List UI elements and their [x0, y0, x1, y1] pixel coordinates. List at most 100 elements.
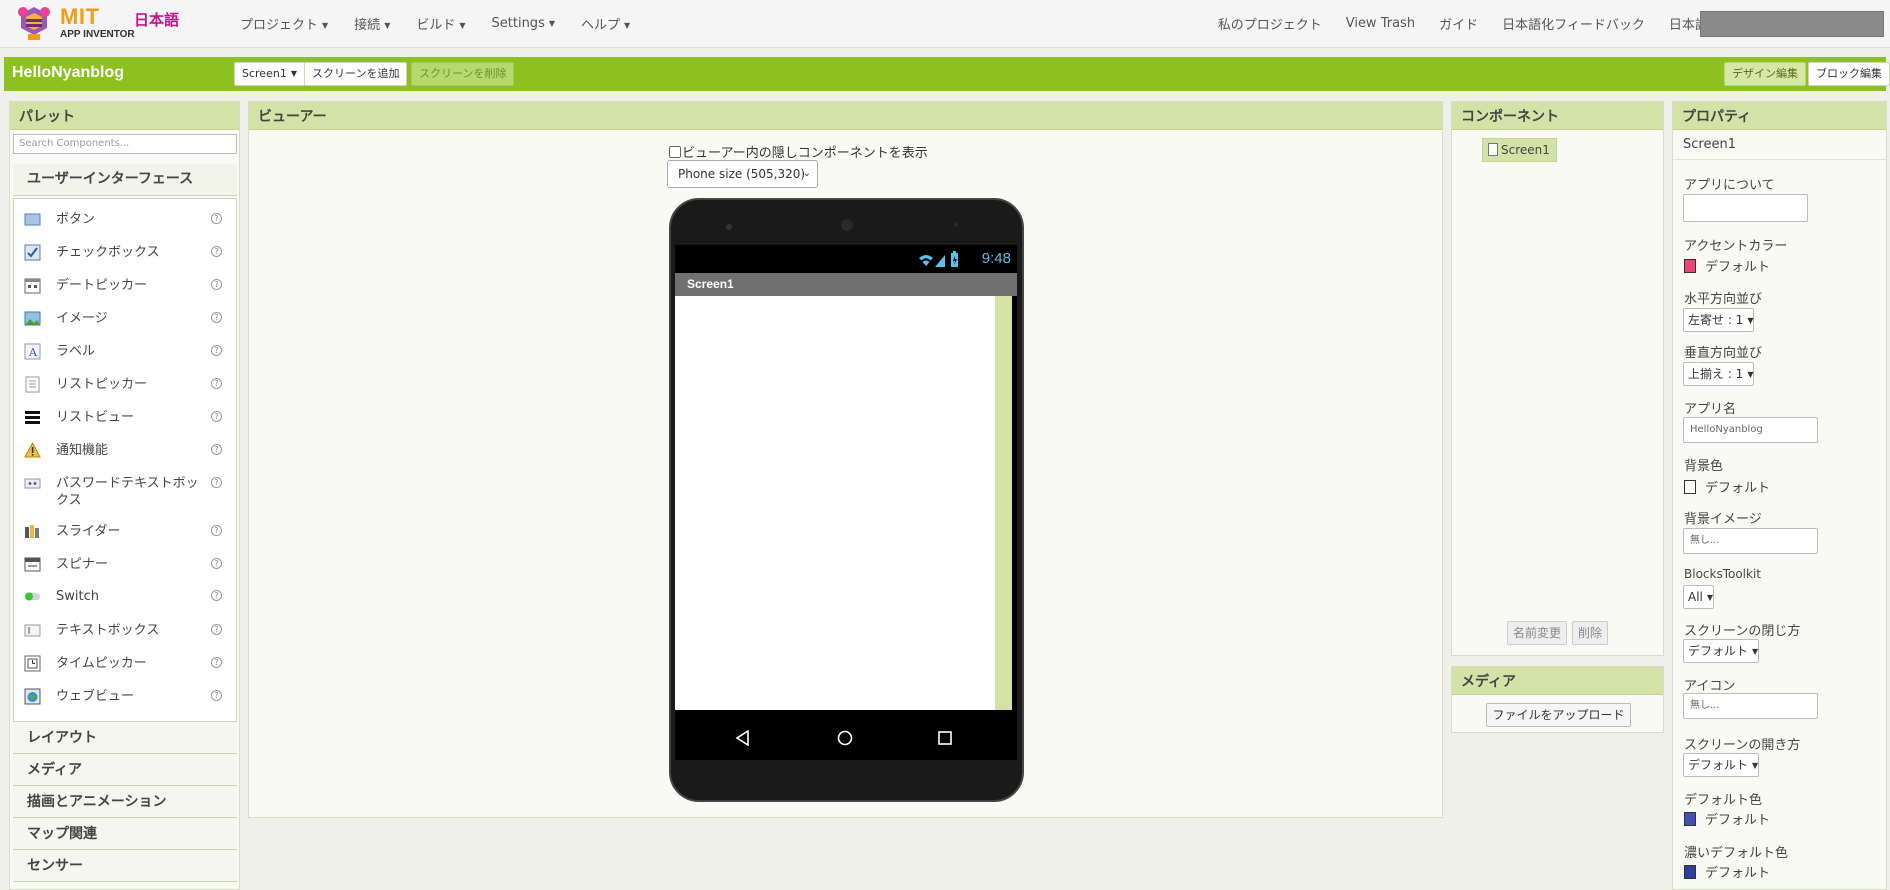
align-horizontal-select[interactable]: 左寄せ : 1 ▼: [1683, 308, 1755, 332]
app-inventor-logo[interactable]: MIT APP INVENTOR 日本語: [10, 2, 185, 44]
help-icon[interactable]: ?: [211, 525, 222, 536]
status-clock: 9:48: [981, 250, 1011, 267]
caret-down-icon: ▼: [1747, 315, 1754, 325]
open-animation-select[interactable]: デフォルト ▼: [1683, 753, 1760, 777]
add-screen-button[interactable]: スクリーンを追加: [304, 62, 408, 86]
accent-color-value: デフォルト: [1705, 260, 1771, 275]
icon-input[interactable]: 無し...: [1683, 693, 1818, 719]
svg-text:A: A: [28, 346, 38, 359]
help-icon[interactable]: ?: [211, 345, 222, 356]
primary-color-label: デフォルト色: [1684, 793, 1763, 808]
about-textarea[interactable]: [1683, 194, 1808, 222]
view-trash-link[interactable]: View Trash: [1346, 16, 1415, 31]
viewer-panel: ビューアー ビューアー内の隠しコンポーネントを表示 Phone size (50…: [248, 101, 1443, 818]
blocks-button[interactable]: ブロック編集: [1808, 62, 1890, 86]
palette-item-label: リストピッカー: [56, 377, 148, 392]
delete-button[interactable]: 削除: [1572, 621, 1608, 645]
phone-mockup: 9:48 Screen1: [669, 198, 1024, 802]
menu-help[interactable]: ヘルプ ▼: [581, 14, 630, 33]
wifi-signal-battery-icon: [919, 251, 958, 267]
category-user-interface[interactable]: ユーザーインターフェース: [13, 164, 237, 196]
caret-down-icon: ▼: [1706, 592, 1714, 602]
help-icon[interactable]: ?: [211, 246, 222, 257]
account-box[interactable]: [1700, 11, 1884, 37]
rename-button[interactable]: 名前変更: [1507, 621, 1567, 645]
primary-color-swatch: [1684, 812, 1696, 826]
app-name-input[interactable]: HelloNyanblog: [1683, 417, 1818, 443]
help-icon[interactable]: ?: [211, 690, 222, 701]
ui-component-list: ボタン ? チェックボックス ? デートピッカー ? イメージ ? A ラベル …: [13, 198, 237, 722]
datepicker-icon: [24, 278, 41, 294]
primary-color-picker[interactable]: デフォルト: [1684, 809, 1770, 828]
status-bar: 9:48: [675, 245, 1017, 273]
close-animation-label: スクリーンの閉じ方: [1684, 624, 1801, 639]
help-icon[interactable]: ?: [211, 558, 222, 569]
align-horizontal-label: 水平方向並び: [1684, 292, 1763, 307]
menu-build[interactable]: ビルド ▼: [416, 14, 465, 33]
help-icon[interactable]: ?: [211, 411, 222, 422]
feedback-link[interactable]: 日本語化フィードバック: [1502, 14, 1645, 33]
menu-connect-label: 接続: [354, 17, 381, 33]
background-color-swatch: [1684, 480, 1696, 494]
help-icon[interactable]: ?: [211, 657, 222, 668]
accent-color-picker[interactable]: デフォルト: [1684, 256, 1770, 275]
help-icon[interactable]: ?: [211, 378, 222, 389]
menu-help-label: ヘルプ: [581, 17, 621, 33]
component-tree-screen1[interactable]: Screen1: [1482, 138, 1557, 162]
user-menu: 私のプロジェクト View Trash ガイド 日本語化フィードバック 日本語▼: [1194, 0, 1718, 46]
category-sensors[interactable]: センサー: [13, 850, 237, 882]
components-title: コンポーネント: [1452, 102, 1663, 130]
checkbox-icon[interactable]: [669, 146, 681, 158]
caret-down-icon: ▼: [459, 20, 466, 30]
help-icon[interactable]: ?: [211, 590, 222, 601]
recents-icon: [938, 731, 952, 745]
palette-item-label: Switch: [56, 589, 99, 604]
palette-item-label: デートピッカー: [56, 278, 148, 293]
palette-item-label: スピナー: [56, 557, 109, 572]
upload-file-button[interactable]: ファイルをアップロード: [1486, 703, 1631, 727]
primary-dark-color-picker[interactable]: デフォルト: [1684, 862, 1770, 881]
phone-size-select[interactable]: Phone size (505,320) ⌄: [667, 160, 818, 188]
category-media[interactable]: メディア: [13, 754, 237, 786]
phone-screen: 9:48 Screen1: [675, 245, 1017, 715]
help-icon[interactable]: ?: [211, 213, 222, 224]
designer-button[interactable]: デザイン編集: [1724, 62, 1806, 86]
logo-language-label: 日本語: [134, 11, 180, 29]
primary-dark-color-swatch: [1684, 865, 1696, 879]
primary-dark-color-label: 濃いデフォルト色: [1684, 846, 1789, 861]
palette-item-label: ウェブビュー: [56, 689, 135, 704]
help-icon[interactable]: ?: [211, 312, 222, 323]
screen-canvas[interactable]: [675, 296, 995, 710]
button-icon: [24, 213, 41, 226]
help-icon[interactable]: ?: [211, 444, 222, 455]
menu-settings-label: Settings: [491, 15, 545, 31]
timepicker-icon: [24, 655, 41, 672]
remove-screen-button[interactable]: スクリーンを削除: [411, 62, 515, 86]
spinner-icon: [24, 557, 41, 572]
help-icon[interactable]: ?: [211, 624, 222, 635]
screen-select-button[interactable]: Screen1 ▼: [234, 62, 305, 86]
menu-connect[interactable]: 接続 ▼: [354, 14, 390, 33]
menu-settings[interactable]: Settings ▼: [492, 16, 555, 31]
blocks-toolkit-select[interactable]: All ▼: [1683, 585, 1715, 609]
menu-projects[interactable]: プロジェクト ▼: [240, 14, 328, 33]
category-layout[interactable]: レイアウト: [13, 722, 237, 754]
category-drawing-animation[interactable]: 描画とアニメーション: [13, 786, 237, 818]
slider-icon: [25, 525, 39, 538]
selected-component-name: Screen1: [1673, 130, 1886, 160]
component-search-input[interactable]: Search Components...: [13, 134, 237, 154]
palette-item-label: リストビュー: [56, 410, 135, 425]
category-maps[interactable]: マップ関連: [13, 818, 237, 850]
my-projects-link[interactable]: 私のプロジェクト: [1218, 14, 1322, 33]
palette-item-label: スライダー: [56, 524, 121, 539]
help-icon[interactable]: ?: [211, 279, 222, 290]
help-icon[interactable]: ?: [211, 477, 222, 488]
guide-link[interactable]: ガイド: [1439, 14, 1478, 33]
close-animation-select[interactable]: デフォルト ▼: [1683, 639, 1760, 663]
background-color-picker[interactable]: デフォルト: [1684, 477, 1770, 496]
component-tree-label: Screen1: [1501, 143, 1550, 157]
back-icon: [735, 730, 749, 746]
show-hidden-components-toggle[interactable]: ビューアー内の隠しコンポーネントを表示: [669, 142, 928, 161]
background-image-input[interactable]: 無し...: [1683, 528, 1818, 554]
align-vertical-select[interactable]: 上揃え : 1 ▼: [1683, 362, 1755, 386]
